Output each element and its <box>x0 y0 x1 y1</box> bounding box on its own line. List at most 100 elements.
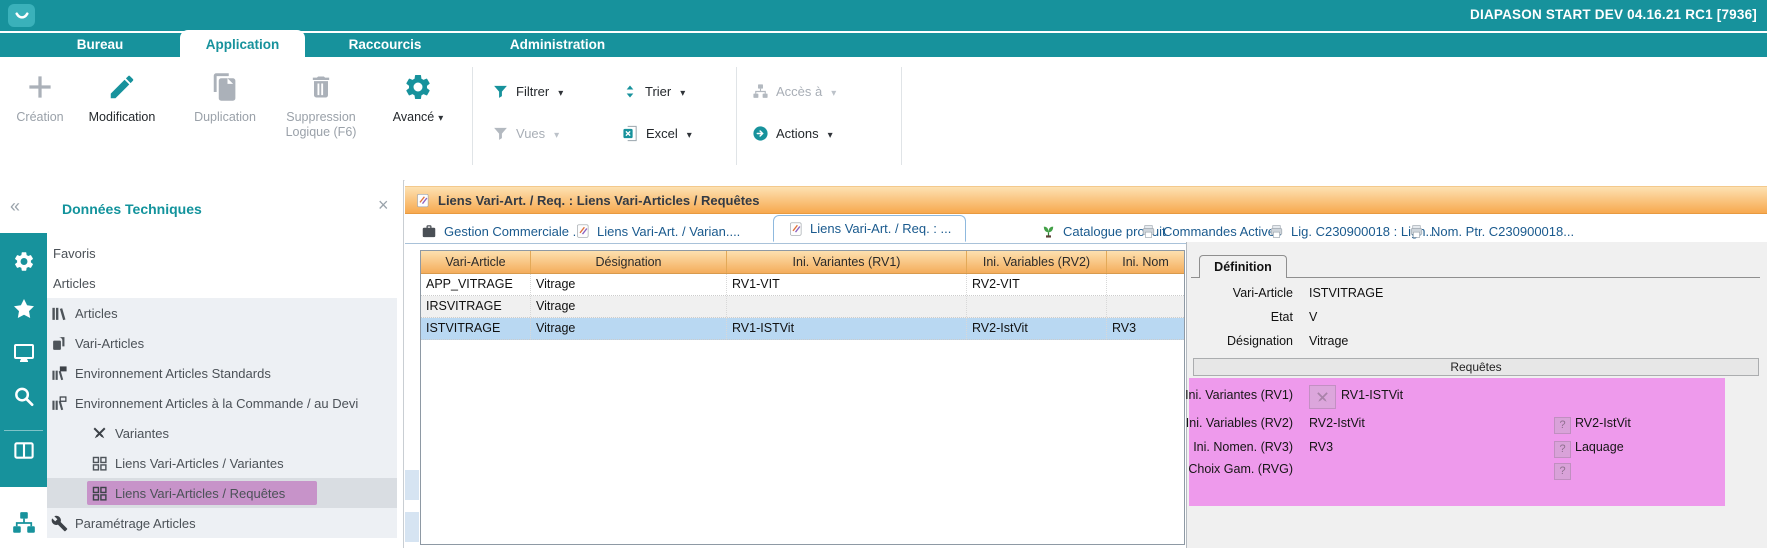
cell-nom <box>1107 274 1184 295</box>
tab-gestion-commerciale[interactable]: Gestion Commerciale ... <box>421 219 583 243</box>
cell-vari-article: IRSVITRAGE <box>421 296 531 317</box>
cell-designation: Vitrage <box>531 274 727 295</box>
question-icon[interactable] <box>1554 441 1571 458</box>
chevron-down-icon[interactable] <box>554 126 559 141</box>
tree-item-favoris[interactable]: Favoris <box>47 238 397 268</box>
chevron-down-icon[interactable] <box>438 110 443 126</box>
sort-icon <box>622 83 638 100</box>
field-etat: Etat V <box>1187 310 1767 330</box>
suppression-logique-button[interactable]: Suppression Logique (F6) <box>272 67 370 140</box>
sidebar-panel: Données Techniques Favoris Articles Arti… <box>0 180 404 548</box>
actions-button[interactable]: Actions <box>752 121 833 145</box>
tab-liens-vari-art-variantes[interactable]: Liens Vari-Art. / Varian.... <box>575 219 740 243</box>
briefcase-icon <box>421 224 437 239</box>
tree-item-env-articles-commande[interactable]: Environnement Articles à la Commande / a… <box>47 388 397 418</box>
trier-button[interactable]: Trier <box>622 79 685 103</box>
menu-raccourcis[interactable]: Raccourcis <box>330 33 440 57</box>
tab-nom-ptr-c230900018[interactable]: Nom. Ptr. C230900018... <box>1409 219 1574 243</box>
settings-wheel-icon[interactable] <box>12 250 35 273</box>
vues-button[interactable]: Vues <box>492 121 559 145</box>
requete-label: Choix Gam. (RVG) <box>1183 462 1293 476</box>
tree-item-label: Liens Vari-Articles / Requêtes <box>115 486 285 501</box>
tree-item-liens-vari-articles-variantes[interactable]: Liens Vari-Articles / Variantes <box>47 448 397 478</box>
requetes-section-header: Requêtes <box>1193 358 1759 376</box>
tree-item-env-articles-standards[interactable]: Environnement Articles Standards <box>47 358 397 388</box>
close-sidebar-button[interactable] <box>378 195 389 216</box>
search-icon[interactable] <box>12 385 35 408</box>
monitor-icon[interactable] <box>12 341 36 365</box>
tree-item-articles[interactable]: Articles <box>47 298 397 328</box>
chevron-down-icon[interactable] <box>558 84 563 99</box>
duplication-button[interactable]: Duplication <box>179 67 271 125</box>
table-row[interactable]: IRSVITRAGE Vitrage <box>421 296 1184 318</box>
tab-label: Nom. Ptr. C230900018... <box>1431 224 1574 239</box>
creation-button[interactable]: Création <box>0 67 86 125</box>
arrow-circle-icon <box>752 125 769 142</box>
question-icon[interactable] <box>1554 417 1571 434</box>
excel-button[interactable]: Excel <box>622 121 692 145</box>
star-icon[interactable] <box>12 297 36 321</box>
tab-liens-vari-art-requetes[interactable]: Liens Vari-Art. / Req. : ... <box>773 215 966 242</box>
column-header-designation[interactable]: Désignation <box>531 251 727 273</box>
requete-row-rv2: Ini. Variables (RV2) RV2-IstVit RV2-IstV… <box>1189 416 1725 437</box>
tab-label: Gestion Commerciale ... <box>444 224 583 239</box>
env-standard-icon <box>51 365 68 382</box>
document-tab-strip: Gestion Commerciale ... Liens Vari-Art. … <box>405 214 1767 244</box>
tree-item-vari-articles[interactable]: Vari-Articles <box>47 328 397 358</box>
menu-bureau[interactable]: Bureau <box>60 33 140 57</box>
chevron-down-icon[interactable] <box>831 84 836 99</box>
cell-designation: Vitrage <box>531 296 727 317</box>
avance-button[interactable]: Avancé <box>380 67 456 126</box>
column-header-vari-article[interactable]: Vari-Article <box>421 251 531 273</box>
acces-a-button[interactable]: Accès à <box>752 79 836 103</box>
menu-application[interactable]: Application <box>180 30 305 57</box>
question-icon[interactable] <box>1554 463 1571 480</box>
modification-button[interactable]: Modification <box>76 67 168 125</box>
filter-icon <box>492 83 509 100</box>
tree-item-label: Favoris <box>53 246 96 261</box>
cell-vari-article: ISTVITRAGE <box>421 318 531 339</box>
tree-item-liens-vari-articles-requetes[interactable]: Liens Vari-Articles / Requêtes <box>47 478 397 508</box>
links-grid-icon <box>91 455 108 472</box>
chevron-down-icon[interactable] <box>828 126 833 141</box>
tab-definition[interactable]: Définition <box>1199 255 1287 278</box>
main-area: Liens Vari-Art. / Req. : Liens Vari-Arti… <box>405 180 1767 548</box>
tab-commandes-actives[interactable]: Commandes Actives <box>1141 219 1282 243</box>
tree-item-parametrage-articles[interactable]: Paramétrage Articles <box>47 508 397 538</box>
tree-item-label: Paramétrage Articles <box>75 516 196 531</box>
notebook-icon <box>575 223 590 239</box>
menu-administration[interactable]: Administration <box>490 33 625 57</box>
chevron-down-icon[interactable] <box>687 126 692 141</box>
filtrer-button[interactable]: Filtrer <box>492 79 563 103</box>
sidebar-title: Données Techniques <box>62 201 202 217</box>
app-logo[interactable] <box>8 4 35 27</box>
creation-label: Création <box>0 110 86 125</box>
split-view-icon[interactable] <box>12 439 35 462</box>
collapse-sidebar-button[interactable] <box>10 196 20 217</box>
field-value: Vitrage <box>1309 334 1348 348</box>
requete-value: RV2-IstVit <box>1309 416 1365 430</box>
field-vari-article: Vari-Article ISTVITRAGE <box>1187 286 1767 306</box>
requete-label: Ini. Variantes (RV1) <box>1183 388 1293 402</box>
variants-icon-button[interactable] <box>1309 385 1336 409</box>
navigation-tree: Favoris Articles Articles Vari-Articles … <box>47 238 397 538</box>
filtrer-label: Filtrer <box>516 84 549 99</box>
table-row-selected[interactable]: ISTVITRAGE Vitrage RV1-ISTVit RV2-IstVit… <box>421 318 1184 340</box>
cell-rv2: RV2-VIT <box>967 274 1107 295</box>
app-window: DIAPASON START DEV 04.16.21 RC1 [7936] B… <box>0 0 1767 548</box>
hierarchy-icon[interactable] <box>11 510 37 536</box>
filter-icon <box>492 125 509 142</box>
tree-item-articles-section[interactable]: Articles <box>47 268 397 298</box>
column-header-ini-variantes[interactable]: Ini. Variantes (RV1) <box>727 251 967 273</box>
chevron-down-icon[interactable] <box>680 84 685 99</box>
document-header-title: Liens Vari-Art. / Req. : Liens Vari-Arti… <box>438 193 760 208</box>
requete-value: RV3 <box>1309 440 1333 454</box>
gear-icon <box>403 72 433 102</box>
column-header-ini-variables[interactable]: Ini. Variables (RV2) <box>967 251 1107 273</box>
tree-item-variantes[interactable]: Variantes <box>47 418 397 448</box>
requete-value: RV1-ISTVit <box>1341 388 1403 402</box>
column-header-ini-nom[interactable]: Ini. Nom <box>1107 251 1184 273</box>
table-row[interactable]: APP_VITRAGE Vitrage RV1-VIT RV2-VIT <box>421 274 1184 296</box>
duplication-label: Duplication <box>179 110 271 125</box>
requete-row-rvg: Choix Gam. (RVG) <box>1189 462 1725 483</box>
